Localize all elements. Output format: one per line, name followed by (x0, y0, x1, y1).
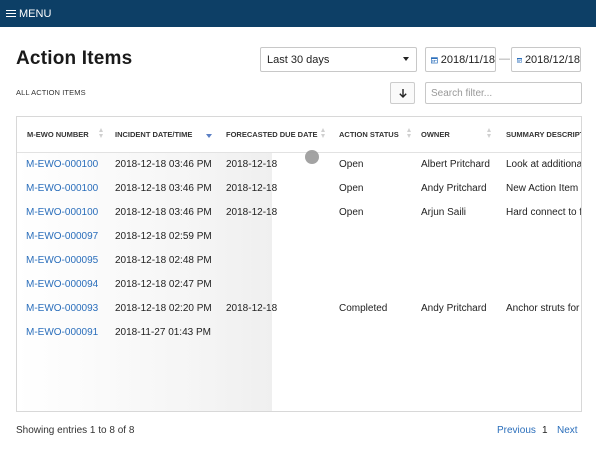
owner-cell: Andy Pritchard (421, 303, 487, 314)
action-items-table: M-EWO NUMBER INCIDENT DATE/TIME FORECAST… (16, 116, 582, 412)
sort-icon[interactable] (407, 128, 412, 139)
next-page-link[interactable]: Next (557, 425, 578, 436)
table-row[interactable]: M-EWO-000100 2018-12-18 03:46 PM 2018-12… (17, 201, 582, 225)
incident-date-cell: 2018-12-18 02:48 PM (115, 255, 212, 266)
calendar-icon (431, 56, 438, 63)
table-row[interactable]: M-EWO-000100 2018-12-18 03:46 PM 2018-12… (17, 177, 581, 201)
ewo-number-link[interactable]: M-EWO-000100 (26, 183, 98, 194)
page-title: Action Items (16, 48, 133, 69)
section-label: ALL ACTION ITEMS (16, 88, 86, 97)
incident-date-cell: 2018-12-18 02:47 PM (115, 279, 212, 290)
ewo-number-link[interactable]: M-EWO-000095 (26, 255, 98, 266)
table-row[interactable]: M-EWO-000093 2018-12-18 02:20 PM 2018-12… (17, 297, 582, 321)
sort-icon[interactable] (321, 128, 326, 139)
date-from-value: 2018/11/18 (440, 53, 495, 66)
due-date-cell: 2018-12-18 (226, 159, 278, 170)
date-range-value: Last 30 days (267, 53, 330, 66)
date-from-picker[interactable]: 2018/11/18 (425, 47, 496, 72)
chevron-down-icon (403, 57, 409, 61)
ewo-number-link[interactable]: M-EWO-000100 (26, 159, 98, 170)
menu-icon[interactable] (6, 9, 16, 18)
current-page-number[interactable]: 1 (542, 425, 548, 436)
summary-cell: Anchor struts for f (506, 303, 582, 314)
download-icon (398, 88, 407, 98)
owner-cell: Arjun Saili (421, 207, 467, 218)
column-header-number[interactable]: M-EWO NUMBER (27, 130, 89, 139)
date-to-value: 2018/12/18 (524, 53, 580, 66)
incident-date-cell: 2018-12-18 03:46 PM (115, 207, 212, 218)
incident-date-cell: 2018-12-18 03:46 PM (115, 183, 212, 194)
top-bar: MENU (0, 0, 596, 27)
ewo-number-link[interactable]: M-EWO-000094 (26, 279, 98, 290)
table-row[interactable]: M-EWO-000100 2018-12-18 03:46 PM 2018-12… (17, 153, 582, 177)
sort-desc-icon[interactable] (206, 134, 212, 138)
due-date-cell: 2018-12-18 (226, 303, 278, 314)
sort-icon[interactable] (99, 128, 104, 139)
date-separator: — (499, 53, 510, 65)
status-cell: Open (339, 159, 364, 170)
incident-date-cell: 2018-12-18 03:46 PM (115, 159, 212, 170)
date-to-picker[interactable]: 2018/12/18 (511, 47, 581, 72)
due-date-cell: 2018-12-18 (226, 183, 278, 194)
touch-cursor (305, 150, 319, 164)
summary-cell: New Action Item (506, 183, 579, 194)
ewo-number-link[interactable]: M-EWO-000097 (26, 231, 98, 242)
table-row[interactable]: M-EWO-000097 2018-12-18 02:59 PM (17, 225, 581, 249)
ewo-number-link[interactable]: M-EWO-000091 (26, 327, 98, 338)
search-input[interactable] (425, 82, 582, 104)
status-cell: Completed (339, 303, 388, 314)
entries-info: Showing entries 1 to 8 of 8 (16, 425, 135, 436)
owner-cell: Andy Pritchard (421, 183, 487, 194)
incident-date-cell: 2018-12-18 02:20 PM (115, 303, 212, 314)
column-header-summary[interactable]: SUMMARY DESCRIPTI (506, 130, 581, 139)
column-header-status[interactable]: ACTION STATUS (339, 130, 399, 139)
summary-cell: Look at additional (506, 159, 582, 170)
column-header-due-date[interactable]: FORECASTED DUE DATE (226, 130, 318, 139)
incident-date-cell: 2018-12-18 02:59 PM (115, 231, 212, 242)
table-row[interactable]: M-EWO-000095 2018-12-18 02:48 PM (17, 249, 581, 273)
download-button[interactable] (390, 82, 415, 104)
status-cell: Open (339, 183, 364, 194)
date-range-select[interactable]: Last 30 days (260, 47, 417, 72)
summary-cell: Hard connect to fl (506, 207, 582, 218)
status-cell: Open (339, 207, 364, 218)
previous-page-link[interactable]: Previous (497, 425, 536, 436)
table-row[interactable]: M-EWO-000094 2018-12-18 02:47 PM (17, 273, 581, 297)
table-header: M-EWO NUMBER INCIDENT DATE/TIME FORECAST… (17, 117, 581, 153)
table-row[interactable]: M-EWO-000091 2018-11-27 01:43 PM (17, 321, 581, 345)
due-date-cell: 2018-12-18 (226, 207, 278, 218)
incident-date-cell: 2018-11-27 01:43 PM (115, 327, 211, 338)
column-header-incident-date[interactable]: INCIDENT DATE/TIME (115, 130, 192, 139)
ewo-number-link[interactable]: M-EWO-000100 (26, 207, 98, 218)
calendar-icon (517, 57, 522, 62)
column-header-owner[interactable]: OWNER (421, 130, 450, 139)
ewo-number-link[interactable]: M-EWO-000093 (26, 303, 98, 314)
owner-cell: Albert Pritchard (421, 159, 490, 170)
menu-button[interactable]: MENU (19, 8, 51, 20)
sort-icon[interactable] (487, 128, 492, 139)
